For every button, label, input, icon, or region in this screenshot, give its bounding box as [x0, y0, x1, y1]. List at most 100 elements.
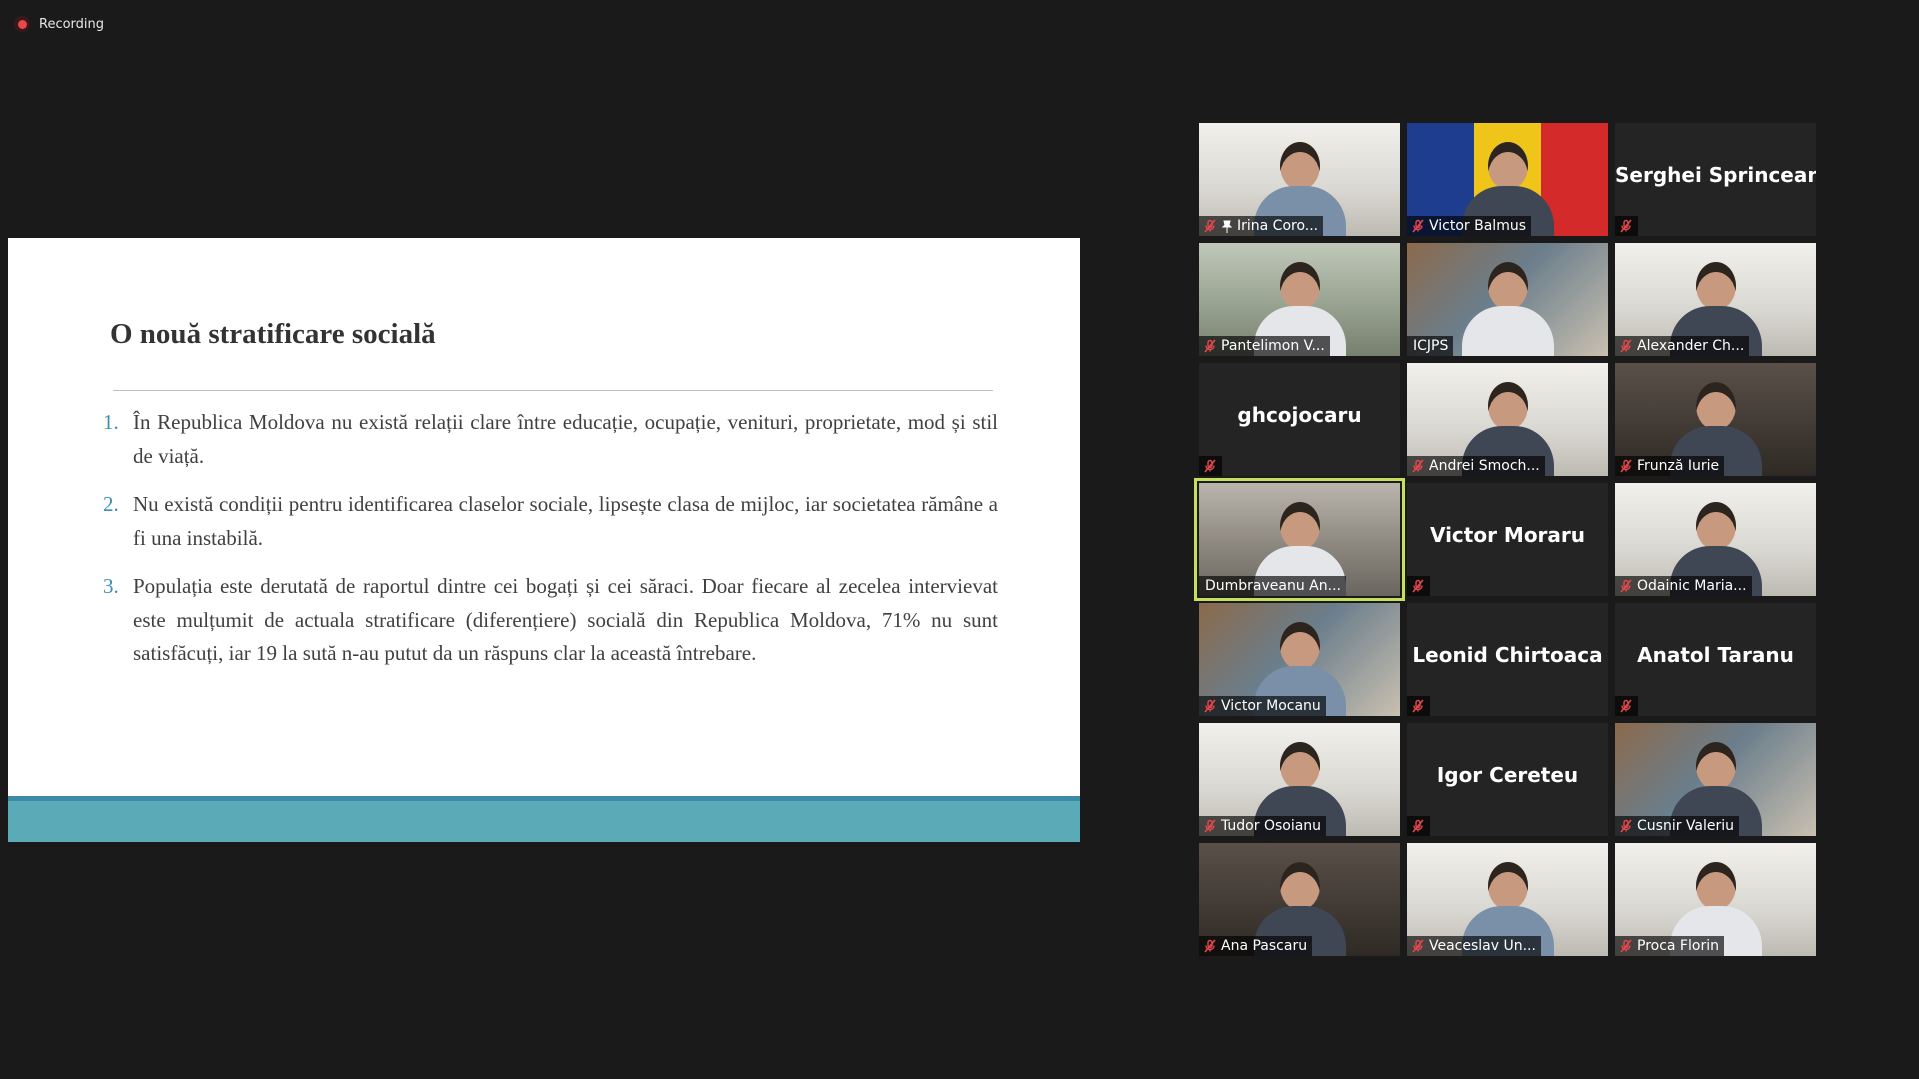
participant-nameplate [1199, 456, 1222, 476]
participant-name: Veaceslav Un... [1429, 938, 1536, 954]
slide-list-item: 3. Populația este derutată de raportul d… [103, 570, 998, 671]
participant-tile[interactable]: Serghei Sprincean [1615, 123, 1816, 236]
mic-muted-icon [1412, 459, 1424, 473]
participant-tile[interactable]: Veaceslav Un... [1407, 843, 1608, 956]
mic-muted-icon [1204, 819, 1216, 833]
participant-name: Alexander Ch... [1637, 338, 1745, 354]
participant-name: Andrei Smoch... [1429, 458, 1540, 474]
participant-name: Proca Florin [1637, 938, 1719, 954]
participant-tile[interactable]: ghcojocaru [1199, 363, 1400, 476]
participant-name: Dumbraveanu An... [1205, 578, 1341, 594]
participant-nameplate: Proca Florin [1615, 936, 1724, 956]
participant-display-name: Anatol Taranu [1637, 643, 1794, 667]
mic-muted-icon [1412, 219, 1424, 233]
participant-tile[interactable]: Proca Florin [1615, 843, 1816, 956]
participant-display-name: Victor Moraru [1429, 523, 1586, 547]
participant-tile[interactable]: Tudor Osoianu [1199, 723, 1400, 836]
participant-name: Frunză Iurie [1637, 458, 1720, 474]
mic-muted-icon [1620, 459, 1632, 473]
mic-muted-icon [1620, 579, 1632, 593]
participant-tile[interactable]: Ana Pascaru [1199, 843, 1400, 956]
participant-name: ICJPS [1413, 338, 1449, 354]
slide-list: 1. În Republica Moldova nu există relați… [103, 406, 998, 686]
mic-muted-icon [1412, 819, 1424, 833]
participant-name: Tudor Osoianu [1221, 818, 1322, 834]
slide-item-number: 1. [103, 410, 119, 434]
participant-nameplate: Alexander Ch... [1615, 336, 1750, 356]
participant-tile[interactable]: Victor Mocanu [1199, 603, 1400, 716]
shared-slide: O nouă stratificare socială 1. În Republ… [8, 238, 1080, 842]
pin-icon [1221, 220, 1233, 233]
participant-tile[interactable]: Anatol Taranu [1615, 603, 1816, 716]
slide-title: O nouă stratificare socială [110, 318, 436, 350]
participant-tile[interactable]: Frunză Iurie [1615, 363, 1816, 476]
mic-muted-icon [1620, 699, 1632, 713]
participant-display-name: Igor Cereteu [1436, 763, 1579, 787]
participant-display-name: Serghei Sprincean [1615, 163, 1816, 187]
slide-list-item: 1. În Republica Moldova nu există relați… [103, 406, 998, 473]
mic-muted-icon [1620, 819, 1632, 833]
participant-tile[interactable]: Dumbraveanu An... [1194, 478, 1405, 601]
participant-nameplate [1407, 576, 1430, 596]
slide-item-text: În Republica Moldova nu există relații c… [133, 410, 998, 468]
participant-tile[interactable]: Alexander Ch... [1615, 243, 1816, 356]
recording-label: Recording [39, 16, 105, 32]
mic-muted-icon [1412, 579, 1424, 593]
participant-tile[interactable]: Pantelimon V... [1199, 243, 1400, 356]
participant-name: Pantelimon V... [1221, 338, 1325, 354]
participant-display-name: Leonid Chirtoaca [1412, 643, 1603, 667]
slide-item-text: Nu există condiții pentru identificarea … [133, 492, 998, 550]
recording-indicator[interactable]: Recording [14, 16, 104, 32]
participant-name: Cusnir Valeriu [1637, 818, 1735, 834]
participant-nameplate: Victor Balmus [1407, 216, 1531, 236]
mic-muted-icon [1204, 459, 1216, 473]
slide-divider [113, 390, 993, 391]
mic-muted-icon [1204, 699, 1216, 713]
participant-tile[interactable]: Andrei Smoch... [1407, 363, 1608, 476]
participant-nameplate: Odainic Maria... [1615, 576, 1752, 596]
participant-nameplate: Ana Pascaru [1199, 936, 1313, 956]
slide-footer-band [8, 801, 1080, 842]
participant-name: Odainic Maria... [1637, 578, 1747, 594]
mic-muted-icon [1204, 939, 1216, 953]
mic-muted-icon [1412, 699, 1424, 713]
participant-tile[interactable]: ICJPS [1407, 243, 1608, 356]
participant-nameplate [1407, 696, 1430, 716]
participant-nameplate: Irina Coro... [1199, 216, 1324, 236]
mic-muted-icon [1620, 939, 1632, 953]
slide-item-number: 2. [103, 492, 119, 516]
mic-muted-icon [1620, 219, 1632, 233]
participant-nameplate: Victor Mocanu [1199, 696, 1326, 716]
mic-muted-icon [1204, 339, 1216, 353]
mic-muted-icon [1412, 939, 1424, 953]
participant-video [1461, 256, 1554, 356]
participant-nameplate [1407, 816, 1430, 836]
participant-tile[interactable]: Victor Moraru [1407, 483, 1608, 596]
participant-nameplate [1615, 696, 1638, 716]
participant-nameplate: Cusnir Valeriu [1615, 816, 1740, 836]
participant-tile[interactable]: Cusnir Valeriu [1615, 723, 1816, 836]
participant-nameplate: ICJPS [1407, 336, 1454, 356]
participant-nameplate: Veaceslav Un... [1407, 936, 1541, 956]
participant-gallery: Irina Coro... Victor Balmus Serghei Sprinc… [1194, 123, 1816, 956]
participant-nameplate: Pantelimon V... [1199, 336, 1330, 356]
slide-item-number: 3. [103, 574, 119, 598]
record-dot-icon [14, 16, 30, 32]
participant-name: Irina Coro... [1237, 218, 1319, 234]
participant-tile[interactable]: Odainic Maria... [1615, 483, 1816, 596]
participant-nameplate: Dumbraveanu An... [1199, 576, 1346, 596]
participant-nameplate [1615, 216, 1638, 236]
participant-tile[interactable]: Igor Cereteu [1407, 723, 1608, 836]
slide-item-text: Populația este derutată de raportul dint… [133, 574, 998, 665]
participant-tile[interactable]: Irina Coro... [1199, 123, 1400, 236]
participant-tile[interactable]: Victor Balmus [1407, 123, 1608, 236]
participant-tile[interactable]: Leonid Chirtoaca [1407, 603, 1608, 716]
participant-nameplate: Frunză Iurie [1615, 456, 1725, 476]
participant-name: Ana Pascaru [1221, 938, 1308, 954]
mic-muted-icon [1204, 219, 1216, 233]
slide-list-item: 2. Nu există condiții pentru identificar… [103, 488, 998, 555]
participant-display-name: ghcojocaru [1237, 403, 1362, 427]
mic-muted-icon [1620, 339, 1632, 353]
participant-name: Victor Mocanu [1221, 698, 1321, 714]
participant-nameplate: Tudor Osoianu [1199, 816, 1327, 836]
